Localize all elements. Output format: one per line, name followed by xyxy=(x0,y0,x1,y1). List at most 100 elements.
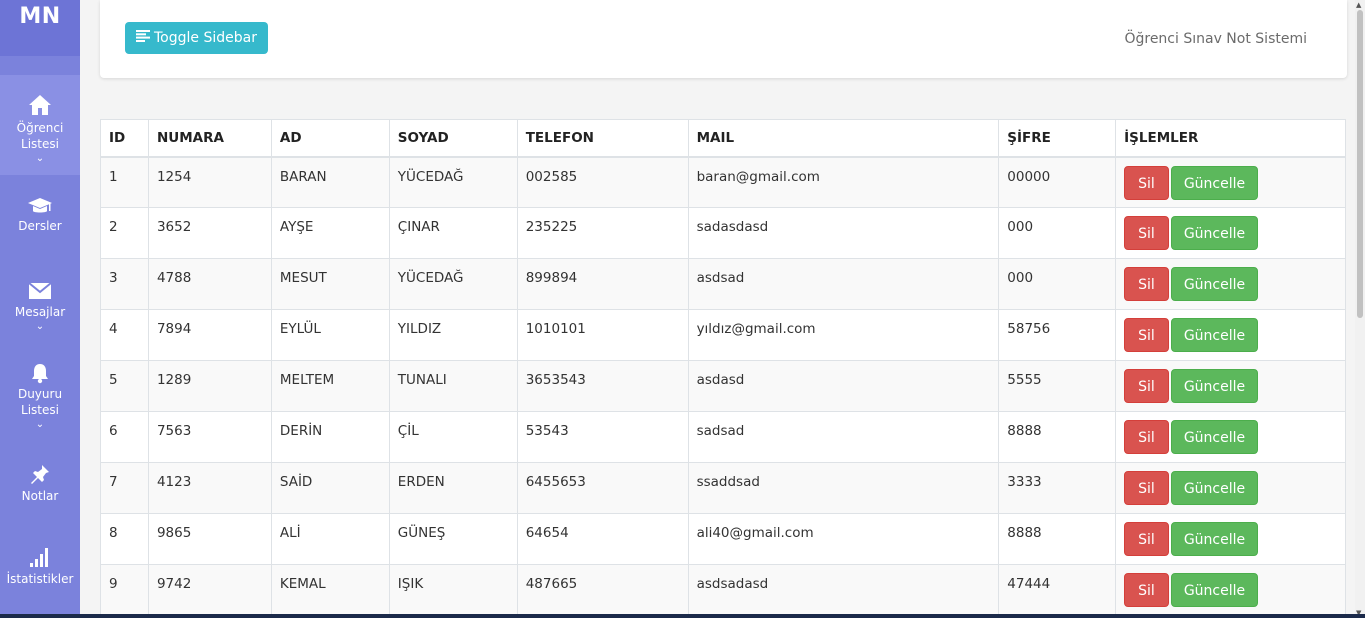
cell-ad: MESUT xyxy=(270,258,390,310)
sidebar-item-label: İstatistikler xyxy=(6,572,74,586)
delete-button[interactable]: Sil xyxy=(1124,318,1169,352)
cell-telefon: 3653543 xyxy=(516,360,689,412)
cell-id: 9 xyxy=(100,564,149,616)
pin-icon xyxy=(29,463,51,485)
bell-icon xyxy=(29,362,51,384)
table-row: 4 7894 EYLÜL YILDIZ 1010101 yıldız@gmail.com 5… xyxy=(100,309,1346,361)
cell-telefon: 487665 xyxy=(516,564,689,616)
brand-logo[interactable]: MN xyxy=(0,0,80,56)
sidebar-item-notlar[interactable]: Notlar xyxy=(0,463,80,513)
cell-islemler: Sil Güncelle xyxy=(1115,513,1346,565)
update-button[interactable]: Güncelle xyxy=(1170,318,1259,352)
column-header-islemler: İŞLEMLER xyxy=(1115,119,1346,158)
cell-soyad: GÜNEŞ xyxy=(388,513,518,565)
column-header-soyad: SOYAD xyxy=(388,119,518,158)
chevron-down-icon: ⌄ xyxy=(35,153,45,164)
cell-islemler: Sil Güncelle xyxy=(1115,258,1346,310)
sidebar-item-duyuru-listesi[interactable]: Duyuru Listesi ⌄ xyxy=(0,362,80,442)
cell-islemler: Sil Güncelle xyxy=(1115,207,1346,259)
cell-mail: ssaddsad xyxy=(687,462,1000,514)
sidebar-item-dersler[interactable]: Dersler xyxy=(0,196,80,256)
cell-numara: 7563 xyxy=(147,411,272,463)
toggle-sidebar-button[interactable]: Toggle Sidebar xyxy=(125,22,268,54)
bar-chart-icon xyxy=(29,546,51,568)
update-button[interactable]: Güncelle xyxy=(1170,573,1259,607)
cell-sifre: 8888 xyxy=(998,513,1117,565)
update-button[interactable]: Güncelle xyxy=(1170,471,1259,505)
update-button[interactable]: Güncelle xyxy=(1170,165,1259,200)
delete-button[interactable]: Sil xyxy=(1124,216,1169,250)
cell-sifre: 000 xyxy=(998,258,1117,310)
delete-button[interactable]: Sil xyxy=(1124,522,1169,556)
cell-sifre: 5555 xyxy=(998,360,1117,412)
toggle-sidebar-label: Toggle Sidebar xyxy=(154,30,257,46)
cell-ad: EYLÜL xyxy=(270,309,390,361)
column-header-mail: MAIL xyxy=(687,119,1000,158)
table-body: 1 1254 BARAN YÜCEDAĞ 002585 baran@gmail.com 00… xyxy=(100,156,1346,616)
cell-soyad: YÜCEDAĞ xyxy=(388,156,518,208)
taskbar-strip xyxy=(0,614,1365,618)
brand-text: MN xyxy=(19,4,61,29)
cell-id: 3 xyxy=(100,258,149,310)
cell-numara: 7894 xyxy=(147,309,272,361)
table-row: 7 4123 SAİD ERDEN 6455653 ssaddsad 3333 Sil Günc… xyxy=(100,462,1346,514)
cell-ad: AYŞE xyxy=(270,207,390,259)
update-button[interactable]: Güncelle xyxy=(1170,522,1259,556)
update-button[interactable]: Güncelle xyxy=(1170,420,1259,454)
envelope-icon xyxy=(28,281,52,301)
cell-numara: 1289 xyxy=(147,360,272,412)
scroll-up-arrow-icon[interactable]: ▲ xyxy=(1356,1,1361,9)
sidebar-item-label: Notlar xyxy=(21,489,59,503)
cell-id: 1 xyxy=(100,156,149,208)
cell-id: 2 xyxy=(100,207,149,259)
sidebar-item-ogrenci-listesi[interactable]: Öğrenci Listesi ⌄ xyxy=(0,75,80,175)
cell-numara: 1254 xyxy=(147,156,272,208)
sidebar-item-mesajlar[interactable]: Mesajlar ⌄ xyxy=(0,281,80,351)
cell-sifre: 8888 xyxy=(998,411,1117,463)
cell-soyad: ERDEN xyxy=(388,462,518,514)
cell-islemler: Sil Güncelle xyxy=(1115,309,1346,361)
cell-id: 4 xyxy=(100,309,149,361)
graduation-cap-icon xyxy=(27,196,53,216)
cell-mail: asdasd xyxy=(687,360,1000,412)
cell-numara: 9865 xyxy=(147,513,272,565)
delete-button[interactable]: Sil xyxy=(1124,420,1169,454)
delete-button[interactable]: Sil xyxy=(1124,165,1169,200)
student-table-container: ID NUMARA AD SOYAD TELEFON MAIL ŞİFRE İŞ… xyxy=(100,119,1346,616)
delete-button[interactable]: Sil xyxy=(1124,471,1169,505)
cell-telefon: 1010101 xyxy=(516,309,689,361)
cell-sifre: 58756 xyxy=(998,309,1117,361)
home-icon xyxy=(28,94,52,116)
cell-mail: sadsad xyxy=(687,411,1000,463)
table-row: 8 9865 ALİ GÜNEŞ 64654 ali40@gmail.com 8888 Sil… xyxy=(100,513,1346,565)
cell-ad: SAİD xyxy=(270,462,390,514)
cell-telefon: 899894 xyxy=(516,258,689,310)
update-button[interactable]: Güncelle xyxy=(1170,216,1259,250)
table-row: 1 1254 BARAN YÜCEDAĞ 002585 baran@gmail.com 00… xyxy=(100,156,1346,208)
cell-id: 8 xyxy=(100,513,149,565)
update-button[interactable]: Güncelle xyxy=(1170,369,1259,403)
table-row: 9 9742 KEMAL IŞIK 487665 asdsadasd 47444 Sil Gün… xyxy=(100,564,1346,616)
update-button[interactable]: Güncelle xyxy=(1170,267,1259,301)
cell-numara: 3652 xyxy=(147,207,272,259)
cell-islemler: Sil Güncelle xyxy=(1115,156,1346,208)
cell-telefon: 53543 xyxy=(516,411,689,463)
delete-button[interactable]: Sil xyxy=(1124,573,1169,607)
cell-mail: ali40@gmail.com xyxy=(687,513,1000,565)
cell-ad: KEMAL xyxy=(270,564,390,616)
sidebar-item-istatistikler[interactable]: İstatistikler xyxy=(0,546,80,591)
cell-id: 5 xyxy=(100,360,149,412)
delete-button[interactable]: Sil xyxy=(1124,267,1169,301)
table-row: 5 1289 MELTEM TUNALI 3653543 asdasd 5555 Sil Gün… xyxy=(100,360,1346,412)
scrollbar-thumb[interactable] xyxy=(1357,10,1363,318)
column-header-numara: NUMARA xyxy=(147,119,272,158)
sidebar-item-label: Mesajlar xyxy=(14,305,66,319)
delete-button[interactable]: Sil xyxy=(1124,369,1169,403)
topbar: Toggle Sidebar Öğrenci Sınav Not Sistemi xyxy=(100,0,1347,78)
cell-soyad: YILDIZ xyxy=(388,309,518,361)
cell-sifre: 47444 xyxy=(998,564,1117,616)
vertical-scrollbar[interactable]: ▲ ▼ xyxy=(1355,0,1365,618)
cell-soyad: TUNALI xyxy=(388,360,518,412)
table-header-row: ID NUMARA AD SOYAD TELEFON MAIL ŞİFRE İŞ… xyxy=(100,119,1346,158)
student-table: ID NUMARA AD SOYAD TELEFON MAIL ŞİFRE İŞ… xyxy=(100,119,1346,616)
